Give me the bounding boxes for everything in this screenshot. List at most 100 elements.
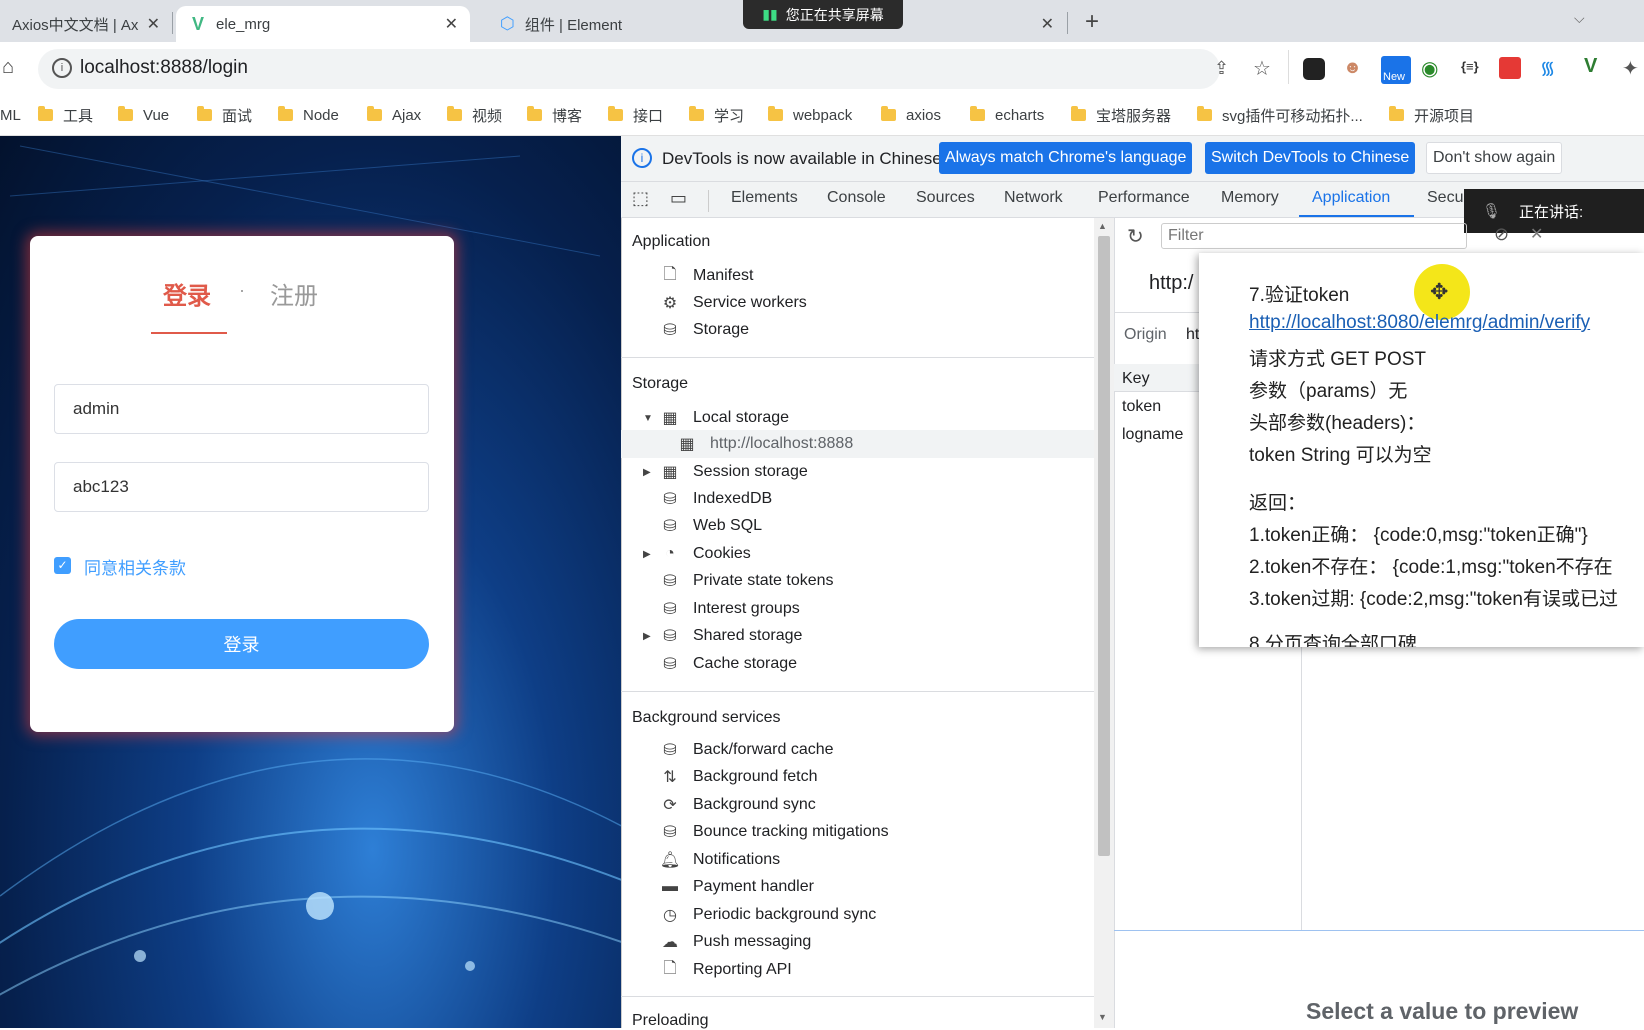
close-tab-icon[interactable]: ✕: [147, 14, 160, 34]
table-row-key[interactable]: logname: [1122, 426, 1183, 444]
note-link[interactable]: http://localhost:8080/elemrg/admin/verif…: [1249, 312, 1644, 334]
tree-item-storage[interactable]: ⛁ Storage: [657, 318, 749, 342]
dont-show-again-button[interactable]: Don't show again: [1426, 142, 1563, 174]
tree-item-shared-storage[interactable]: ▶ ⛁ Shared storage: [643, 624, 802, 648]
tab-register[interactable]: 注册: [270, 276, 318, 311]
scroll-down-arrow-icon[interactable]: ▼: [1098, 1012, 1107, 1022]
tree-item-background-fetch[interactable]: ⇅ Background fetch: [657, 765, 817, 789]
bookmark-folder[interactable]: 工具: [38, 104, 93, 126]
inspect-element-icon[interactable]: ⬚: [632, 188, 649, 209]
expanded-triangle-icon[interactable]: ▼: [643, 413, 653, 424]
tab-network[interactable]: Network: [1004, 189, 1063, 207]
bookmark-folder[interactable]: 博客: [527, 104, 582, 126]
share-page-icon[interactable]: ⇪: [1214, 58, 1229, 79]
agree-checkbox[interactable]: ✓: [54, 557, 71, 574]
tab-elements[interactable]: Elements: [731, 189, 798, 207]
bookmark-folder[interactable]: Ajax: [367, 104, 421, 126]
tree-item-private-state-tokens[interactable]: ⛁ Private state tokens: [657, 569, 833, 593]
bookmark-folder[interactable]: 接口: [608, 104, 663, 126]
home-icon[interactable]: ⌂: [2, 56, 14, 79]
filter-input[interactable]: Filter: [1161, 223, 1467, 249]
match-language-button[interactable]: Always match Chrome's language: [939, 142, 1193, 174]
device-toolbar-icon[interactable]: ▭: [670, 188, 687, 209]
switch-chinese-button[interactable]: Switch DevTools to Chinese: [1205, 142, 1416, 174]
bookmark-star-icon[interactable]: ☆: [1253, 56, 1271, 81]
login-submit-button[interactable]: 登录: [54, 619, 429, 669]
clear-all-icon[interactable]: ⊘: [1494, 224, 1509, 245]
extension-fe-icon[interactable]: [1499, 57, 1521, 79]
bookmark-folder[interactable]: 学习: [689, 104, 744, 126]
bookmark-folder[interactable]: svg插件可移动拓扑...: [1197, 104, 1363, 126]
tree-item-periodic-sync[interactable]: ◷ Periodic background sync: [657, 903, 876, 927]
extension-icon[interactable]: [1303, 58, 1325, 80]
close-tab-icon[interactable]: ✕: [445, 14, 458, 34]
extension-wifi-icon[interactable]: ᯾: [1540, 56, 1555, 80]
tree-item-bfcache[interactable]: ⛁ Back/forward cache: [657, 738, 833, 762]
bookmark-folder[interactable]: Vue: [118, 104, 169, 126]
extension-monkey-icon[interactable]: ☻: [1343, 57, 1362, 78]
tab-security[interactable]: Secu: [1427, 189, 1463, 207]
collapsed-triangle-icon[interactable]: ▶: [643, 631, 651, 642]
tree-item-bounce-tracking[interactable]: ⛁ Bounce tracking mitigations: [657, 820, 888, 844]
username-input[interactable]: admin: [54, 384, 429, 434]
sidebar-scrollbar-thumb[interactable]: [1098, 236, 1110, 856]
bookmark-item[interactable]: ML: [0, 104, 21, 126]
table-row-key[interactable]: token: [1122, 398, 1161, 416]
bookmark-folder[interactable]: echarts: [970, 104, 1044, 126]
collapsed-triangle-icon[interactable]: ▶: [643, 549, 651, 560]
extension-vue-icon[interactable]: V: [1584, 55, 1597, 78]
refresh-icon[interactable]: ↻: [1127, 224, 1144, 249]
agree-label[interactable]: 同意相关条款: [84, 554, 186, 579]
bookmark-folder[interactable]: 宝塔服务器: [1071, 104, 1171, 126]
bookmark-folder[interactable]: 开源项目: [1389, 104, 1474, 126]
url-text[interactable]: localhost:8888/login: [80, 57, 248, 79]
tree-item-payment-handler[interactable]: ▬ Payment handler: [657, 875, 814, 899]
delete-selected-icon[interactable]: ✕: [1530, 224, 1543, 244]
tree-item-local-origin[interactable]: ▦ http://localhost:8888: [674, 432, 853, 456]
tree-item-service-workers[interactable]: ⚙ Service workers: [657, 291, 807, 315]
browser-tab-axios[interactable]: Axios中文文档 | Ax ✕: [0, 6, 172, 42]
tab-sources[interactable]: Sources: [916, 189, 975, 207]
tree-item-indexeddb[interactable]: ⛁ IndexedDB: [657, 487, 772, 511]
password-input[interactable]: abc123: [54, 462, 429, 512]
bookmark-folder[interactable]: 面试: [197, 104, 252, 126]
site-info-icon[interactable]: i: [52, 58, 72, 78]
tree-item-session-storage[interactable]: ▶ ▦ Session storage: [643, 460, 808, 484]
extension-new-icon[interactable]: New: [1381, 56, 1411, 84]
tree-item-push-messaging[interactable]: ☁ Push messaging: [657, 930, 811, 954]
collapsed-triangle-icon[interactable]: ▶: [643, 467, 651, 478]
new-tab-icon[interactable]: +: [1085, 8, 1099, 36]
tree-item-cache-storage[interactable]: ⛁ Cache storage: [657, 652, 797, 676]
tree-item-background-sync[interactable]: ⟳ Background sync: [657, 793, 815, 817]
database-icon: ⛁: [663, 518, 677, 535]
vue-logo-icon: V: [192, 13, 205, 34]
tree-item-interest-groups[interactable]: ⛁ Interest groups: [657, 597, 799, 621]
file-icon: 🗋: [663, 265, 677, 283]
bookmark-folder[interactable]: webpack: [768, 104, 852, 126]
extensions-puzzle-icon[interactable]: ✦: [1622, 56, 1639, 81]
tab-memory[interactable]: Memory: [1221, 189, 1279, 207]
extension-globe-icon[interactable]: ◉: [1421, 56, 1438, 81]
tree-item-reporting-api[interactable]: 🗋 Reporting API: [657, 958, 792, 982]
preview-divider[interactable]: [1114, 930, 1644, 931]
bookmark-folder[interactable]: 视频: [447, 104, 502, 126]
tab-application[interactable]: Application: [1312, 189, 1390, 207]
tab-search-icon[interactable]: ⌵: [1574, 10, 1585, 27]
column-header-key[interactable]: Key: [1122, 370, 1150, 388]
tree-item-local-storage[interactable]: ▼ ▦ Local storage: [643, 406, 789, 430]
tab-login[interactable]: 登录: [163, 276, 211, 311]
tree-item-cookies[interactable]: ▶ ◔ Cookies: [643, 542, 751, 566]
scroll-up-arrow-icon[interactable]: ▲: [1098, 221, 1107, 231]
browser-tab-ele-mrg[interactable]: V ele_mrg ✕: [176, 6, 470, 42]
tab-console[interactable]: Console: [827, 189, 886, 207]
tab-separator: [1067, 12, 1068, 34]
tree-item-websql[interactable]: ⛁ Web SQL: [657, 514, 762, 538]
tab-performance[interactable]: Performance: [1098, 189, 1190, 207]
tree-item-notifications[interactable]: 🔔︎ Notifications: [657, 848, 780, 872]
close-tab-icon[interactable]: ✕: [1041, 14, 1054, 34]
tree-item-label: Session storage: [693, 463, 808, 480]
bookmark-folder[interactable]: axios: [881, 104, 941, 126]
bookmark-folder[interactable]: Node: [278, 104, 339, 126]
extension-json-icon[interactable]: {≡}: [1461, 59, 1479, 74]
tree-item-manifest[interactable]: 🗋 Manifest: [657, 264, 754, 288]
